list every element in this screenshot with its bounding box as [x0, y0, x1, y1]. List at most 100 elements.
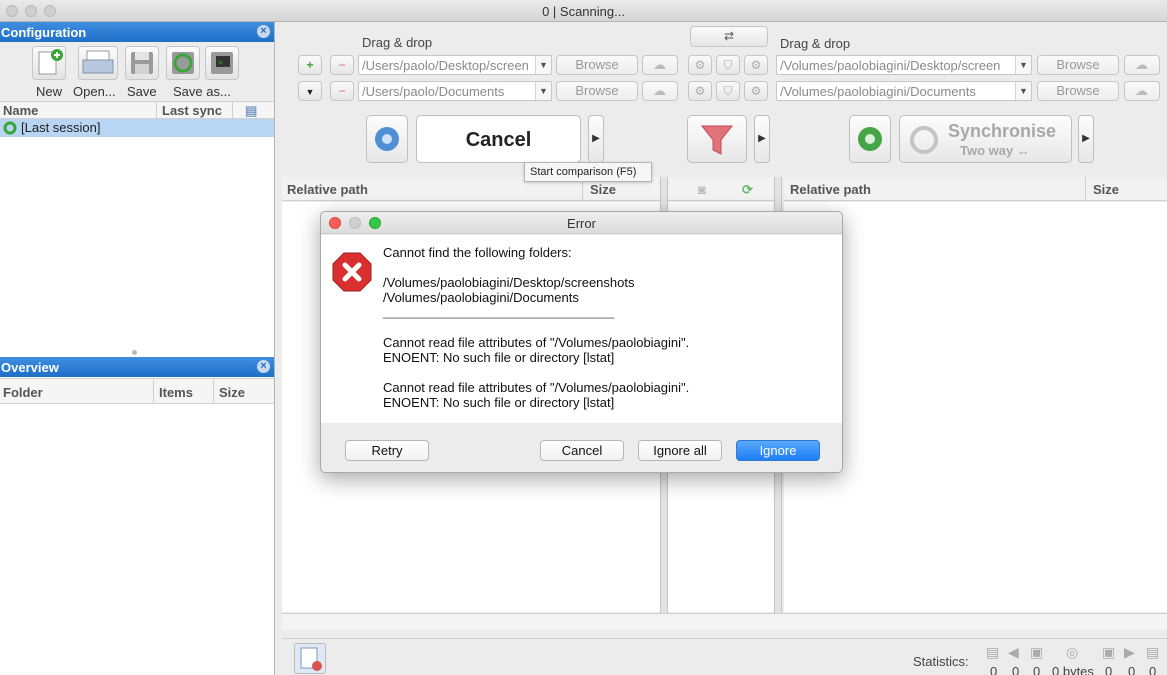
overview-panel-title: Overview — [1, 360, 59, 375]
swap-sides-button[interactable]: ⇄ — [690, 26, 768, 47]
size-column-header[interactable]: Size — [219, 385, 245, 400]
overview-column-header: Folder Items Size — [0, 378, 274, 404]
configuration-panel-header: Configuration × — [0, 22, 274, 42]
right-cloud-button-1[interactable]: ☁ — [1124, 55, 1160, 75]
right-folder-input-2[interactable]: /Volumes/paolobiagini/Documents ▼ — [776, 81, 1032, 101]
items-column-header[interactable]: Items — [159, 385, 193, 400]
filter-button-1[interactable]: ⛉ — [716, 55, 740, 75]
error-dialog: Error Cannot find the following folders:… — [320, 211, 843, 473]
chevron-down-icon[interactable]: ▼ — [1015, 82, 1031, 100]
left-cloud-button-1[interactable]: ☁ — [642, 55, 678, 75]
sync-variant-label: Two way ↔ — [960, 143, 1030, 158]
comparison-settings-button[interactable] — [366, 115, 408, 163]
middle-grid-header: ◙ ⟳ — [668, 177, 774, 201]
swap-icon: ⇄ — [723, 29, 735, 43]
delete-right-icon: ▤ — [1146, 644, 1160, 660]
error-1-line-2: ENOENT: No such file or directory [lstat… — [383, 350, 615, 365]
left-folder-input-1[interactable]: /Users/paolo/Desktop/screen ▼ — [358, 55, 552, 75]
chevron-right-icon: ▶ — [758, 133, 766, 144]
left-browse-button-1[interactable]: Browse — [556, 55, 638, 75]
stat-data-bytes: 0 bytes — [1052, 664, 1094, 675]
filter-settings-button[interactable] — [687, 115, 747, 163]
ignore-button[interactable]: Ignore — [736, 440, 820, 461]
save-batch-button[interactable]: >_ — [205, 46, 239, 80]
remove-folder-pair-button-2[interactable]: − — [330, 81, 354, 101]
chevron-down-icon[interactable]: ▼ — [535, 82, 551, 100]
sync-settings-button[interactable] — [849, 115, 891, 163]
left-browse-button-2[interactable]: Browse — [556, 81, 638, 101]
right-browse-button-2[interactable]: Browse — [1037, 81, 1119, 101]
sync-settings-button-2[interactable]: ⚙ — [744, 81, 768, 101]
splitter-handle[interactable] — [132, 350, 137, 355]
chevron-down-icon[interactable]: ▼ — [1015, 56, 1031, 74]
remove-folder-pair-button[interactable]: − — [330, 55, 354, 75]
add-folder-pair-button[interactable]: + — [298, 55, 322, 75]
save-label: Save — [127, 84, 157, 99]
save-batch-icon: >_ — [211, 52, 233, 74]
left-folder-input-2[interactable]: /Users/paolo/Documents ▼ — [358, 81, 552, 101]
left-cloud-button-2[interactable]: ☁ — [642, 81, 678, 101]
cloud-icon: ☁ — [1135, 57, 1148, 72]
stat-create-left: 0 — [990, 664, 998, 675]
right-cloud-button-2[interactable]: ☁ — [1124, 81, 1160, 101]
refresh-icon[interactable]: ⟳ — [742, 182, 753, 198]
sync-menu-button[interactable]: ▶ — [1078, 115, 1094, 163]
folder-pair-menu-button[interactable]: ▼ — [298, 81, 322, 101]
close-icon[interactable]: × — [257, 360, 270, 373]
new-label: New — [36, 84, 63, 99]
sync-session-icon — [3, 121, 17, 135]
right-size-header[interactable]: Size — [1093, 182, 1119, 197]
right-folder-input-1[interactable]: /Volumes/paolobiagini/Desktop/screen ▼ — [776, 55, 1032, 75]
right-relative-path-header[interactable]: Relative path — [790, 182, 871, 197]
dialog-title: Error — [567, 216, 596, 231]
new-file-icon — [38, 49, 63, 75]
error-1-line-1: Cannot read file attributes of "/Volumes… — [383, 335, 690, 350]
error-icon — [332, 252, 372, 292]
save-disk-icon — [131, 52, 153, 74]
chevron-down-icon[interactable]: ▼ — [535, 56, 551, 74]
left-size-header[interactable]: Size — [590, 182, 616, 197]
right-browse-button-1[interactable]: Browse — [1037, 55, 1119, 75]
synchronise-label: Synchronise — [948, 121, 1057, 141]
close-icon[interactable]: × — [257, 25, 270, 38]
last-sync-column-header[interactable]: Last sync — [162, 103, 222, 118]
log-button[interactable] — [294, 643, 326, 674]
statistics-label: Statistics: — [913, 654, 969, 669]
left-relative-path-header[interactable]: Relative path — [287, 182, 368, 197]
folder-column-header[interactable]: Folder — [3, 385, 43, 400]
cancel-scan-button[interactable]: Cancel — [416, 115, 581, 163]
sync-settings-button-1[interactable]: ⚙ — [744, 55, 768, 75]
update-right-icon: ▶ — [1124, 644, 1135, 660]
name-column-header[interactable]: Name — [3, 103, 38, 118]
comparison-menu-button[interactable]: ▶ — [588, 115, 604, 163]
grid-footer — [282, 613, 1167, 630]
save-as-button[interactable] — [166, 46, 200, 80]
separator-line: ________________________________ — [383, 304, 615, 319]
list-settings-icon[interactable]: ▤ — [245, 103, 257, 119]
gear-icon — [375, 127, 399, 151]
filter-menu-button[interactable]: ▶ — [754, 115, 770, 163]
camera-icon[interactable]: ◙ — [698, 182, 706, 197]
new-button[interactable] — [32, 46, 66, 80]
log-list-icon — [300, 647, 322, 671]
configuration-column-header: Name Last sync ▤ — [0, 101, 274, 119]
compare-settings-button-1[interactable]: ⚙ — [688, 55, 712, 75]
filter-button-2[interactable]: ⛉ — [716, 81, 740, 101]
cancel-button[interactable]: Cancel — [540, 440, 624, 461]
retry-button[interactable]: Retry — [345, 440, 429, 461]
ignore-all-button[interactable]: Ignore all — [638, 440, 722, 461]
open-label: Open... — [73, 84, 116, 99]
error-heading: Cannot find the following folders: — [383, 245, 572, 260]
gear-icon: ⚙ — [694, 84, 706, 98]
status-bar: Statistics: ▤ ◀ ▣ ◎ ▣ ▶ ▤ 0 0 0 0 bytes … — [282, 638, 1167, 675]
synchronise-button[interactable]: Synchronise Two way ↔ — [899, 115, 1072, 163]
save-button[interactable] — [125, 46, 159, 80]
list-item[interactable]: [Last session] — [0, 119, 274, 137]
gear-icon: ⚙ — [750, 84, 762, 98]
dialog-titlebar: Error — [321, 212, 842, 234]
tooltip: Start comparison (F5) — [524, 162, 652, 182]
compare-settings-button-2[interactable]: ⚙ — [688, 81, 712, 101]
open-button[interactable] — [78, 46, 118, 80]
open-printer-icon — [82, 50, 114, 74]
cloud-icon: ☁ — [1135, 83, 1148, 98]
